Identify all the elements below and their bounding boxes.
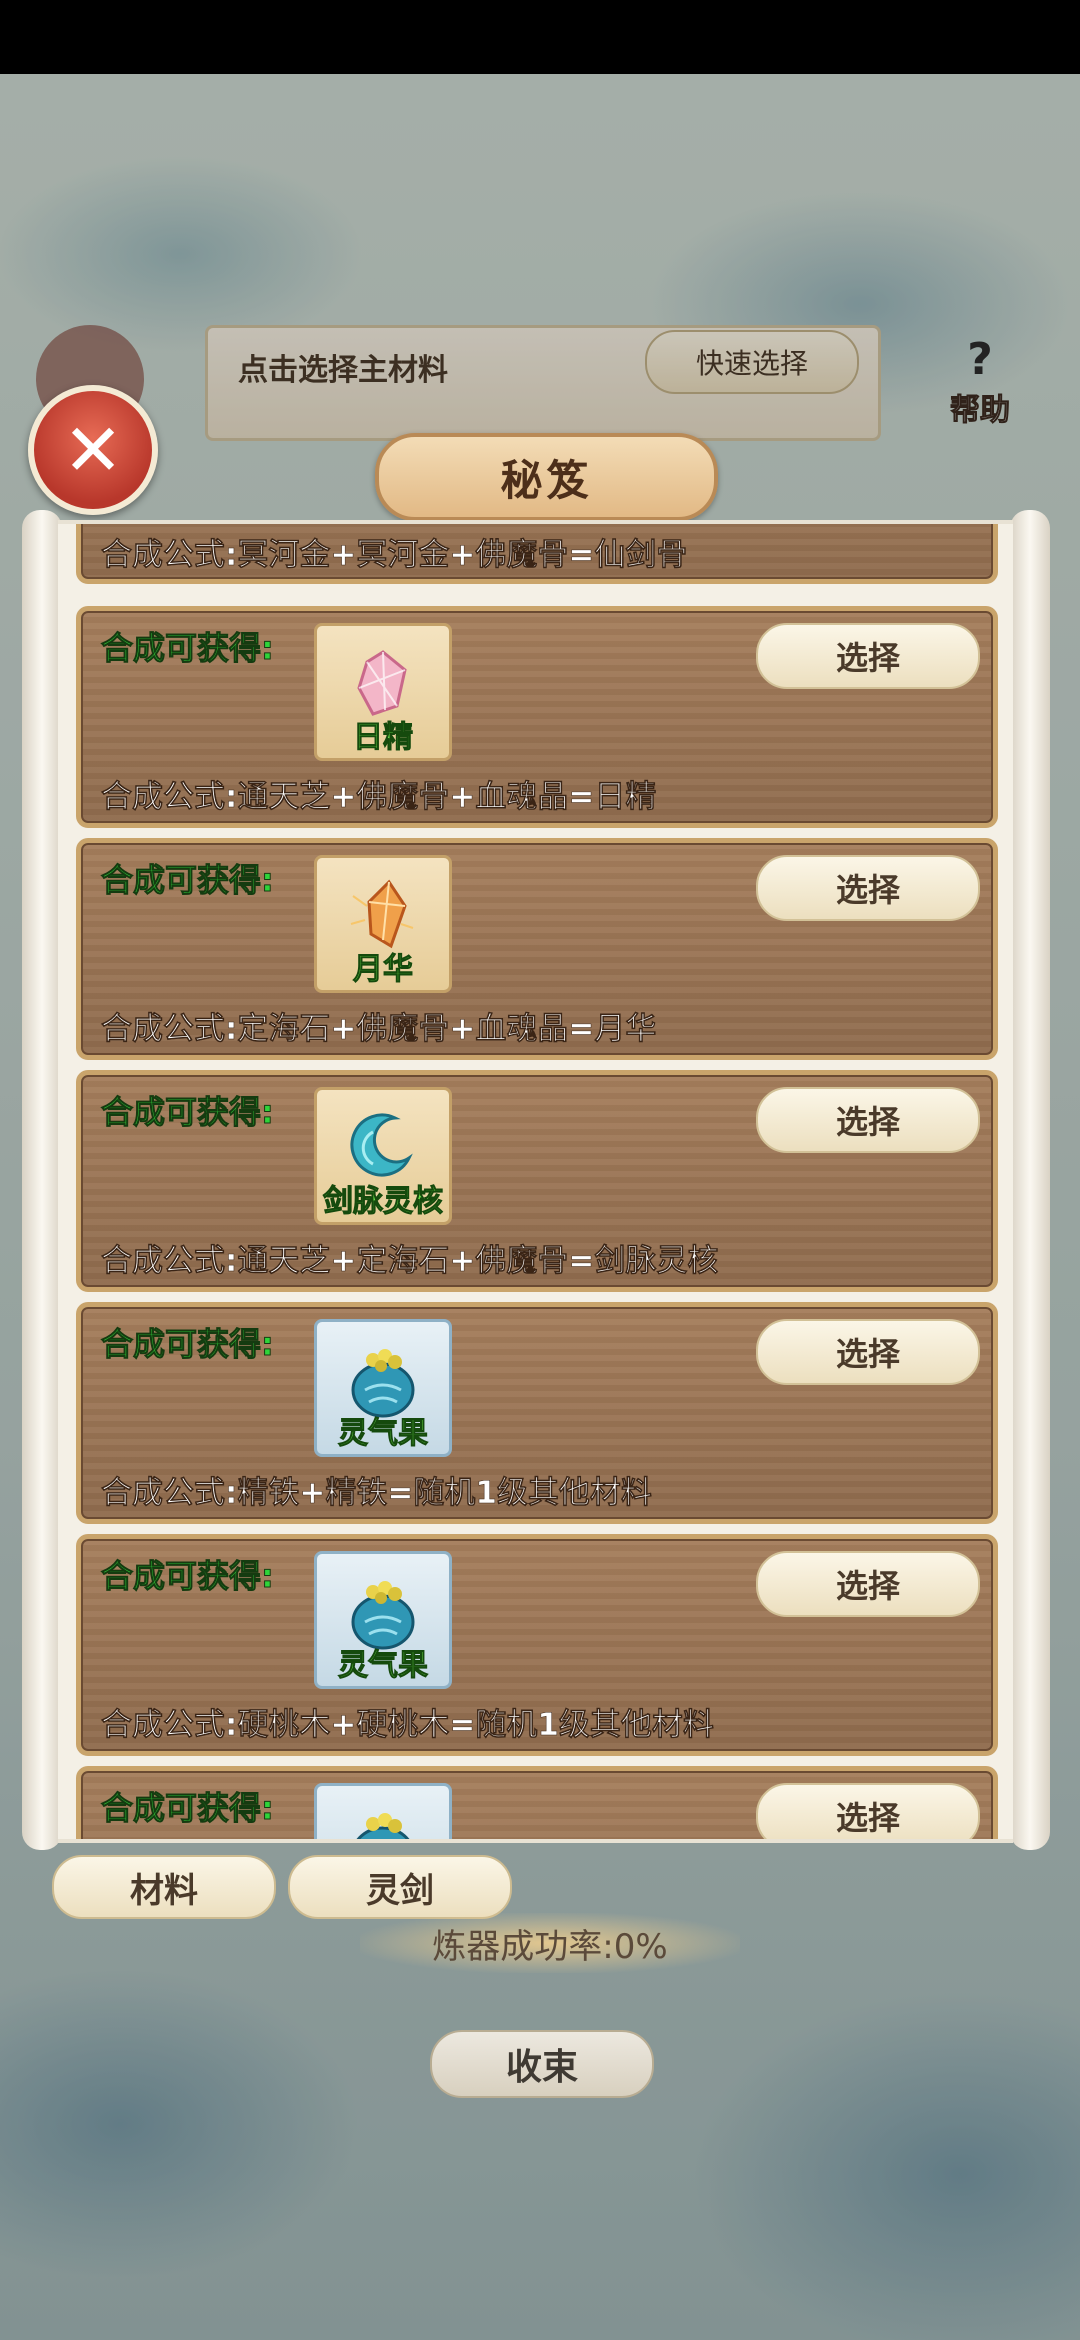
obtain-label: 合成可获得: — [101, 1557, 275, 1596]
recipe-formula: 合成公式:冥河金+冥河金+佛魔骨=仙剑骨 — [101, 537, 688, 574]
item-slot[interactable]: 灵气果 — [314, 1319, 452, 1457]
recipe-card: 合成可获得: 选择 — [76, 1766, 998, 1839]
item-name: 灵气果 — [338, 1416, 429, 1452]
recipe-card: 合成可获得: 日精 选择 合成公式:通天芝+佛魔骨+血魂晶=日精 — [76, 606, 998, 828]
obtain-label: 合成可获得: — [101, 1325, 275, 1364]
tab-materials[interactable]: 材料 — [52, 1855, 276, 1919]
item-name: 日精 — [353, 720, 414, 756]
item-name: 剑脉灵核 — [323, 1184, 444, 1220]
close-button[interactable]: ✕ — [28, 385, 158, 515]
item-name: 月华 — [353, 952, 414, 988]
recipe-card: 合成公式:冥河金+冥河金+佛魔骨=仙剑骨 — [76, 524, 998, 584]
close-icon: ✕ — [62, 408, 124, 492]
fruit-bag-icon — [356, 1813, 410, 1839]
select-button[interactable]: 选择 — [756, 1319, 980, 1385]
recipe-formula: 合成公式:硬桃木+硬桃木=随机1级其他材料 — [101, 1707, 714, 1744]
select-button[interactable]: 选择 — [756, 1551, 980, 1617]
tab-sword[interactable]: 灵剑 — [288, 1855, 512, 1919]
recipe-formula: 合成公式:通天芝+定海石+佛魔骨=剑脉灵核 — [101, 1243, 719, 1280]
select-button[interactable]: 选择 — [756, 623, 980, 689]
recipe-card: 合成可获得: 月华 选择 合成公式:定海石+佛魔骨+血魂晶=月华 — [76, 838, 998, 1060]
end-button[interactable]: 收束 — [430, 2030, 654, 2098]
obtain-label: 合成可获得: — [101, 1093, 275, 1132]
recipe-card: 合成可获得: 灵气果 选择 合成公式:硬桃木+硬桃木=随机1级其他材料 — [76, 1534, 998, 1756]
recipe-card: 合成可获得: 灵气果 选择 合成公式:精铁+精铁=随机1级其他材料 — [76, 1302, 998, 1524]
recipe-card: 合成可获得: 剑脉灵核 选择 合成公式:通天芝+定海石+佛魔骨=剑脉灵核 — [76, 1070, 998, 1292]
recipe-scroll[interactable]: 合成公式:冥河金+冥河金+佛魔骨=仙剑骨 合成可获得: 日精 选择 合成公式:通… — [58, 520, 1013, 1843]
scroll-rod-left — [22, 510, 62, 1850]
select-button[interactable]: 选择 — [756, 855, 980, 921]
obtain-label: 合成可获得: — [101, 1789, 275, 1828]
select-button[interactable]: 选择 — [756, 1087, 980, 1153]
recipe-formula: 合成公式:通天芝+佛魔骨+血魂晶=日精 — [101, 779, 657, 816]
scroll-rod-right — [1010, 510, 1050, 1850]
item-slot[interactable]: 剑脉灵核 — [314, 1087, 452, 1225]
item-slot[interactable]: 月华 — [314, 855, 452, 993]
obtain-label: 合成可获得: — [101, 861, 275, 900]
success-rate: 炼器成功率:0% — [360, 1913, 740, 1973]
recipe-formula: 合成公式:定海石+佛魔骨+血魂晶=月华 — [101, 1011, 657, 1048]
select-button[interactable]: 选择 — [756, 1783, 980, 1839]
status-bar — [0, 0, 1080, 74]
item-name: 灵气果 — [338, 1648, 429, 1684]
obtain-label: 合成可获得: — [101, 629, 275, 668]
item-slot[interactable] — [314, 1783, 452, 1839]
dialog-title-plate: 秘笈 — [375, 433, 718, 521]
recipe-list[interactable]: 合成公式:冥河金+冥河金+佛魔骨=仙剑骨 合成可获得: 日精 选择 合成公式:通… — [58, 524, 1013, 1839]
item-slot[interactable]: 灵气果 — [314, 1551, 452, 1689]
recipe-formula: 合成公式:精铁+精铁=随机1级其他材料 — [101, 1475, 652, 1512]
dialog-title: 秘笈 — [500, 455, 593, 505]
item-slot[interactable]: 日精 — [314, 623, 452, 761]
